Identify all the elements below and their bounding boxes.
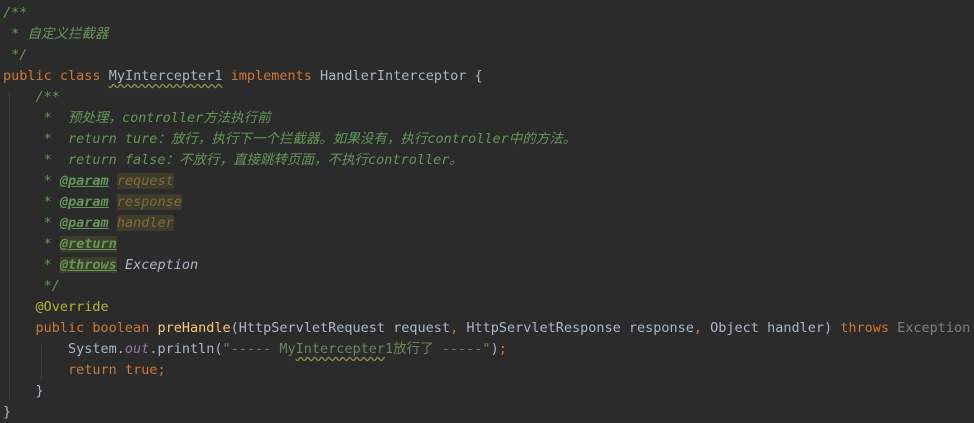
code-token: "----- My [222, 341, 296, 357]
code-token: 1放行了 -----" [385, 341, 491, 357]
code-token: * 自定义拦截器 [3, 26, 109, 42]
code-token: * [3, 215, 60, 231]
code-token: out [124, 341, 150, 357]
code-token: request [116, 173, 174, 189]
code-token: @param [59, 215, 109, 231]
code-token: System. [3, 341, 125, 357]
code-token: , [450, 320, 467, 336]
code-token: @throws [59, 257, 117, 273]
code-line: public class MyIntercepter1 implements H… [3, 66, 483, 87]
code-token: * [3, 236, 60, 252]
code-line: * 预处理，controller方法执行前 [3, 108, 271, 129]
code-line: * @param handler [3, 213, 174, 234]
code-line: * return false：不放行，直接跳转页面，不执行controller。 [3, 150, 463, 171]
code-token: ) [490, 341, 499, 357]
code-token: class [59, 68, 109, 84]
code-token: @param [59, 173, 109, 189]
code-token: Exception [897, 320, 971, 336]
code-line: * 自定义拦截器 [3, 24, 108, 45]
code-line: */ [3, 276, 60, 297]
code-token: /** [3, 89, 60, 105]
code-token: public [3, 68, 60, 84]
code-token: ; [157, 362, 166, 378]
code-editor[interactable]: /** * 自定义拦截器 */ public class MyIntercepte… [0, 0, 974, 423]
code-line: /** [3, 87, 60, 108]
code-token: * [3, 194, 60, 210]
code-token: Exception [124, 257, 199, 273]
code-token: preHandle [157, 320, 231, 336]
code-token: } [3, 404, 12, 420]
code-line: * @param response [3, 192, 182, 213]
code-line: * @param request [3, 171, 174, 192]
code-token: @param [59, 194, 109, 210]
code-token: true [124, 362, 158, 378]
code-token: { [970, 320, 974, 336]
code-token: * return ture：放行，执行下一个拦截器。如果没有，执行control… [3, 131, 577, 147]
code-line: System.out.println("----- MyIntercepter1… [3, 339, 507, 360]
code-token: boolean [92, 320, 158, 336]
code-token: Object handler) [710, 320, 841, 336]
code-token: */ [3, 47, 28, 63]
code-line: } [3, 381, 44, 402]
code-token: , [693, 320, 711, 336]
code-token: /** [3, 5, 28, 21]
code-token: } [3, 383, 44, 399]
code-line: /** [3, 3, 27, 24]
code-line: * @throws Exception [3, 255, 198, 276]
code-token: * 预处理，controller方法执行前 [3, 110, 271, 126]
code-token: @Override [35, 299, 109, 315]
code-token: throws [840, 320, 898, 336]
code-token: public [35, 320, 93, 336]
code-token: (HttpServletRequest request [230, 320, 451, 336]
code-line: * return ture：放行，执行下一个拦截器。如果没有，执行control… [3, 129, 577, 150]
code-token: MyIntercepter1 [108, 68, 223, 84]
code-token: ; [498, 341, 507, 357]
code-token: handler [116, 215, 174, 231]
code-line: public boolean preHandle(HttpServletRequ… [3, 318, 974, 339]
code-token: Intercepter [295, 341, 386, 357]
code-token: HandlerInterceptor { [320, 68, 483, 84]
code-token: */ [3, 278, 60, 294]
code-line: */ [3, 45, 27, 66]
code-token: HttpServletResponse response [466, 320, 694, 336]
code-token: * [3, 257, 60, 273]
code-token: * [3, 173, 60, 189]
code-token: response [116, 194, 182, 210]
code-line: return true; [3, 360, 166, 381]
code-token: implements [230, 68, 321, 84]
code-token: @return [59, 236, 117, 252]
code-token: .println( [149, 341, 223, 357]
code-token: * return false：不放行，直接跳转页面，不执行controller。 [3, 152, 463, 168]
code-token: return [68, 362, 125, 378]
code-line: * @return [3, 234, 117, 255]
code-line: } [3, 402, 11, 423]
code-line: @Override [3, 297, 109, 318]
